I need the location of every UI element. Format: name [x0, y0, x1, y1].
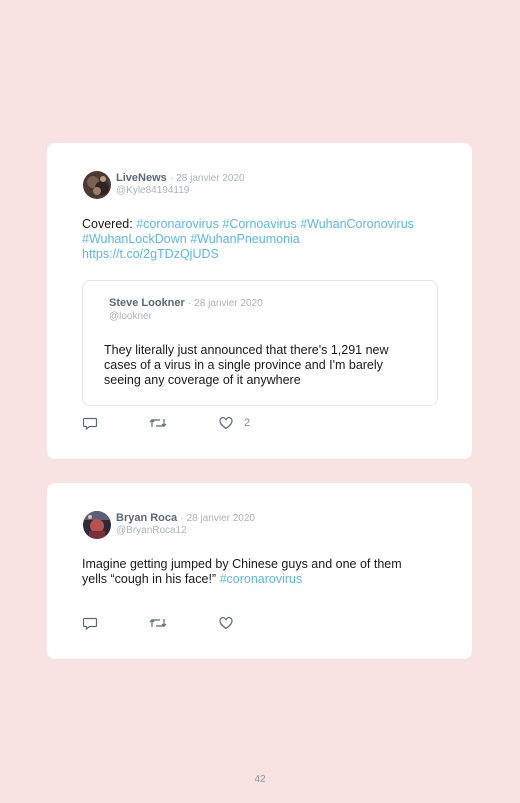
- reply-button[interactable]: [82, 615, 98, 631]
- hashtag[interactable]: #Cornoavirus: [222, 217, 296, 231]
- author-handle[interactable]: @Kyle84194119: [116, 185, 189, 196]
- quoted-text-line: cases of a virus in a single province an…: [104, 358, 383, 372]
- retweet-icon: [149, 619, 167, 627]
- tweet-text-plain: yells “cough in his face!”: [82, 572, 220, 586]
- quoted-text-line: seeing any coverage of it anywhere: [104, 373, 301, 387]
- page-number: 42: [254, 774, 266, 785]
- quoted-author-name[interactable]: Steve Lookner: [109, 297, 185, 309]
- separator: ·: [187, 298, 192, 309]
- author-name[interactable]: LiveNews: [116, 172, 167, 184]
- like-count: 2: [244, 417, 251, 429]
- reply-icon: [82, 417, 98, 431]
- separator: ·: [169, 173, 174, 184]
- tweet-date[interactable]: 28 janvier 2020: [187, 513, 255, 524]
- tweet-text-line: Imagine getting jumped by Chinese guys a…: [82, 557, 402, 571]
- like-button[interactable]: [218, 615, 244, 631]
- tweet-link[interactable]: https://t.co/2gTDzQjUDS: [82, 247, 219, 261]
- avatar[interactable]: [83, 171, 111, 199]
- tweet-text: Imagine getting jumped by Chinese guys a…: [82, 557, 452, 587]
- like-button[interactable]: 2: [218, 415, 250, 431]
- avatar[interactable]: [83, 511, 111, 539]
- hashtag[interactable]: #WuhanLockDown: [82, 232, 187, 246]
- heart-icon: [219, 416, 233, 430]
- heart-icon: [219, 616, 233, 630]
- tweet-card: LiveNews · 28 janvier 2020 @Kyle84194119…: [47, 143, 472, 459]
- tweet-actions: [82, 615, 282, 631]
- quoted-tweet-text: They literally just announced that there…: [104, 343, 424, 388]
- quoted-author-handle[interactable]: @lookner: [109, 311, 152, 322]
- quoted-tweet[interactable]: Steve Lookner · 28 janvier 2020 @lookner…: [82, 280, 438, 406]
- tweet-text-plain: Covered:: [82, 217, 137, 231]
- hashtag[interactable]: #coronarovirus: [220, 572, 303, 586]
- tweet-date[interactable]: 28 janvier 2020: [176, 173, 244, 184]
- quoted-tweet-date[interactable]: 28 janvier 2020: [194, 298, 262, 309]
- reply-button[interactable]: [82, 415, 98, 431]
- tweet-text: Covered: #coronarovirus #Cornoavirus #Wu…: [82, 217, 452, 262]
- hashtag[interactable]: #WuhanPneumonia: [190, 232, 300, 246]
- separator: ·: [180, 513, 184, 524]
- tweet-actions: 2: [82, 415, 282, 431]
- quoted-text-line: They literally just announced that there…: [104, 343, 389, 357]
- hashtag[interactable]: #coronarovirus: [136, 217, 219, 231]
- retweet-button[interactable]: [149, 615, 167, 631]
- tweet-card: Bryan Roca · 28 janvier 2020 @BryanRoca1…: [47, 483, 472, 659]
- retweet-icon: [149, 419, 167, 427]
- author-handle[interactable]: @BryanRoca12: [116, 525, 187, 536]
- hashtag[interactable]: #WuhanCoronovirus: [300, 217, 414, 231]
- author-name[interactable]: Bryan Roca: [116, 512, 177, 524]
- retweet-button[interactable]: [149, 415, 167, 431]
- reply-icon: [82, 617, 98, 631]
